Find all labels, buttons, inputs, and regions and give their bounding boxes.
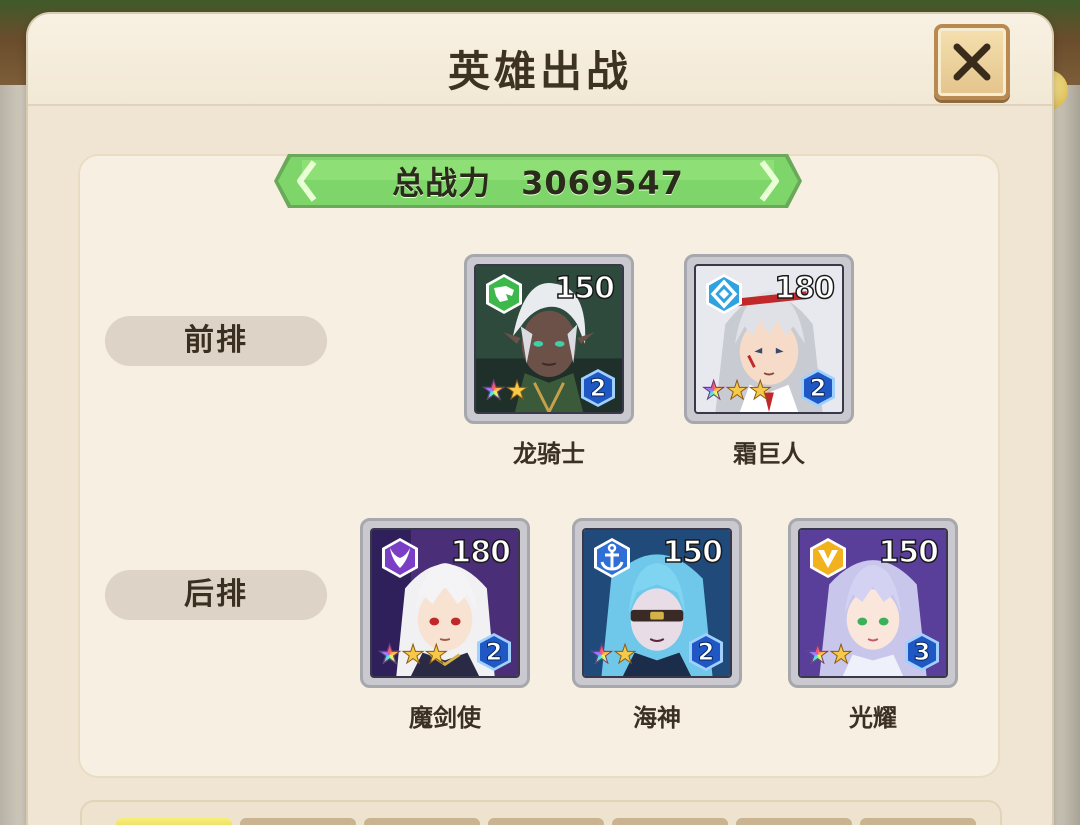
star-icon: ★	[613, 640, 637, 670]
star-icon: ★	[748, 376, 772, 406]
star-icon: ★	[505, 376, 529, 406]
rank-number: 2	[485, 638, 503, 667]
star-icon: ★	[725, 376, 749, 406]
filter-tab[interactable]	[488, 818, 604, 825]
dialog-header: 英雄出战	[28, 14, 1052, 106]
hero-card-sea-god[interactable]: 150 ★ ★ 2 海神	[572, 518, 742, 733]
close-icon	[953, 43, 991, 81]
total-power-text: 总战力 3069547	[272, 158, 804, 204]
hero-name: 海神	[633, 704, 681, 732]
front-row-label: 前排	[105, 316, 327, 366]
star-icon: ★	[424, 640, 448, 670]
background-panel-left	[0, 85, 28, 825]
rank-number: 2	[589, 374, 607, 403]
hero-card-radiance[interactable]: 150 ★ ★ 3 光耀	[788, 518, 958, 733]
back-row-label: 后排	[105, 570, 327, 620]
star-icon: ★	[377, 640, 402, 670]
hero-portrait: 150 ★ ★ 3	[798, 528, 948, 678]
hero-level: 180	[774, 271, 836, 306]
total-power-value: 3069547	[521, 164, 684, 202]
rank-badge: 3	[902, 632, 942, 672]
hero-card-frost-giant[interactable]: 180 ★ ★ ★ 2 霜巨人	[684, 254, 854, 469]
star-icon: ★	[829, 640, 853, 670]
rank-number: 3	[913, 638, 931, 667]
hero-name: 龙骑士	[513, 440, 585, 468]
filter-tab[interactable]	[736, 818, 852, 825]
chevron-v-icon	[806, 536, 850, 580]
hero-portrait: 180 ★ ★ ★ 2	[370, 528, 520, 678]
total-power-banner: 总战力 3069547	[272, 152, 804, 210]
rank-badge: 2	[686, 632, 726, 672]
hero-name: 霜巨人	[733, 440, 805, 468]
hero-level: 150	[662, 535, 724, 570]
rank-number: 2	[809, 374, 827, 403]
hero-stars: ★ ★	[589, 640, 637, 670]
hero-frame[interactable]: 180 ★ ★ ★ 2	[360, 518, 530, 688]
filter-tab[interactable]	[364, 818, 480, 825]
hero-name: 魔剑使	[409, 704, 481, 732]
hero-list-tabs	[80, 800, 1002, 825]
hero-stars: ★ ★ ★	[377, 640, 448, 670]
hero-name: 光耀	[849, 704, 897, 732]
hero-frame[interactable]: 150 ★ ★ 2	[572, 518, 742, 688]
hero-card-demon-blade[interactable]: 180 ★ ★ ★ 2 魔剑使	[360, 518, 530, 733]
star-icon: ★	[401, 640, 425, 670]
dialog-title: 英雄出战	[447, 47, 632, 96]
hero-frame[interactable]: 150 ★ ★ 3	[788, 518, 958, 688]
filter-tab[interactable]	[612, 818, 728, 825]
hero-portrait: 150 ★ ★ 2	[474, 264, 624, 414]
hero-frame[interactable]: 180 ★ ★ ★ 2	[684, 254, 854, 424]
star-icon: ★	[481, 376, 506, 406]
rank-badge: 2	[798, 368, 838, 408]
rank-badge: 2	[474, 632, 514, 672]
total-power-label: 总战力	[392, 164, 492, 202]
filter-tab[interactable]	[240, 818, 356, 825]
hero-level: 150	[554, 271, 616, 306]
diamond-shield-icon	[702, 272, 746, 316]
rank-badge: 2	[578, 368, 618, 408]
hero-stars: ★ ★ ★	[701, 376, 772, 406]
hero-stars: ★ ★	[481, 376, 529, 406]
dragon-icon	[482, 272, 526, 316]
hero-stars: ★ ★	[805, 640, 853, 670]
background-panel-right	[1050, 85, 1080, 825]
close-button[interactable]	[934, 24, 1010, 100]
star-icon: ★	[701, 376, 726, 406]
anchor-icon	[590, 536, 634, 580]
hero-frame[interactable]: 150 ★ ★ 2	[464, 254, 634, 424]
rank-number: 2	[697, 638, 715, 667]
hero-portrait: 180 ★ ★ ★ 2	[694, 264, 844, 414]
hero-card-dragon-knight[interactable]: 150 ★ ★ 2 龙骑士	[464, 254, 634, 469]
hero-level: 150	[878, 535, 940, 570]
horned-demon-icon	[378, 536, 422, 580]
star-icon: ★	[589, 640, 614, 670]
star-icon: ★	[805, 640, 830, 670]
hero-portrait: 150 ★ ★ 2	[582, 528, 732, 678]
filter-tab[interactable]	[860, 818, 976, 825]
hero-level: 180	[450, 535, 512, 570]
filter-tab[interactable]	[116, 818, 232, 825]
